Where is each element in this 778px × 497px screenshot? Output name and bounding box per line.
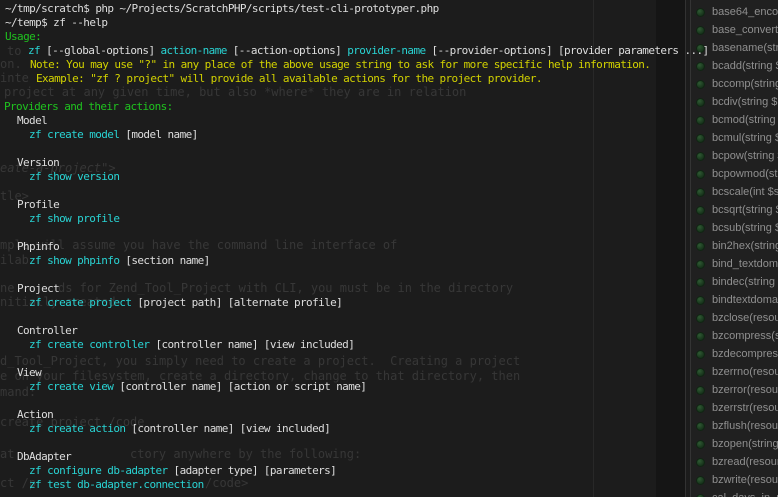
terminal-line: Phpinfo [17, 240, 59, 253]
terminal-line: zf configure db-adapter [adapter type] [… [29, 464, 336, 477]
terminal-text-segment: Model [17, 114, 47, 127]
terminal-line: Profile [17, 198, 59, 211]
terminal-text-segment: [controller name] [view included] [149, 338, 354, 351]
terminal-line: Controller [17, 324, 77, 337]
terminal-text-segment: DbAdapter [17, 450, 71, 463]
terminal-text-segment: zf create controller [29, 338, 149, 351]
terminal-line: Note: You may use "?" in any place of th… [30, 58, 650, 71]
terminal-text-segment: ~/tmp/scratch$ php ~/Projects/ScratchPHP… [5, 2, 439, 15]
terminal-text-segment: zf show version [29, 170, 119, 183]
terminal-line: ~/temp$ zf --help [5, 16, 107, 29]
terminal-text-segment: Action [17, 408, 53, 421]
terminal-text-segment: [project path] [alternate profile] [131, 296, 342, 309]
terminal-text-segment: Providers and their actions: [4, 100, 173, 113]
terminal-text-segment: action-name [161, 44, 227, 57]
terminal-text-segment: zf show phpinfo [29, 254, 119, 267]
terminal-line: zf [--global-options] action-name [--act… [28, 44, 709, 57]
terminal-text-segment: [--global-options] [40, 44, 160, 57]
terminal-text-segment: Note: You may use "?" in any place of th… [30, 58, 650, 71]
terminal-text-segment: View [17, 366, 41, 379]
terminal-text-segment: [controller name] [action or script name… [113, 380, 366, 393]
terminal-line: View [17, 366, 41, 379]
terminal-line: zf test db-adapter.connection [29, 478, 204, 491]
terminal-line: zf create view [controller name] [action… [29, 380, 366, 393]
terminal-line: Action [17, 408, 53, 421]
terminal-line: zf create controller [controller name] [… [29, 338, 354, 351]
terminal-line: Providers and their actions: [4, 100, 173, 113]
terminal-text-segment: zf create model [29, 128, 119, 141]
terminal-text-segment: [controller name] [view included] [125, 422, 330, 435]
terminal-line: zf create project [project path] [altern… [29, 296, 342, 309]
terminal-line: zf show profile [29, 212, 119, 225]
terminal-text-segment: Profile [17, 198, 59, 211]
ide-screen: toon.inteproject at any given time, but … [0, 0, 778, 497]
terminal-text-segment: [--provider-options] [provider parameter… [426, 44, 709, 57]
terminal-text-segment: [section name] [119, 254, 209, 267]
terminal-text-segment: ~/temp$ zf --help [5, 16, 107, 29]
terminal-text-segment: zf configure db-adapter [29, 464, 168, 477]
terminal-text-segment: [--action-options] [227, 44, 347, 57]
terminal-line: Model [17, 114, 47, 127]
terminal-line: Usage: [5, 30, 41, 43]
terminal-line: DbAdapter [17, 450, 71, 463]
terminal-line: ~/tmp/scratch$ php ~/Projects/ScratchPHP… [5, 2, 439, 15]
terminal-text-segment: zf test db-adapter.connection [29, 478, 204, 491]
terminal-line: zf create model [model name] [29, 128, 198, 141]
terminal-line: zf show phpinfo [section name] [29, 254, 210, 267]
terminal-text-segment: zf create project [29, 296, 131, 309]
terminal-text-segment: Controller [17, 324, 77, 337]
terminal-line: Example: "zf ? project" will provide all… [36, 72, 542, 85]
terminal-text-segment: [model name] [119, 128, 197, 141]
terminal-line: zf create action [controller name] [view… [29, 422, 330, 435]
terminal-text-segment: [adapter type] [parameters] [168, 464, 337, 477]
terminal-text-segment: zf create view [29, 380, 113, 393]
terminal-output: ~/tmp/scratch$ php ~/Projects/ScratchPHP… [0, 0, 778, 497]
terminal-text-segment: Version [17, 156, 59, 169]
terminal-line: Version [17, 156, 59, 169]
terminal-text-segment: zf create action [29, 422, 125, 435]
terminal-text-segment: zf [28, 44, 40, 57]
terminal-text-segment: Phpinfo [17, 240, 59, 253]
terminal-text-segment: Usage: [5, 30, 41, 43]
terminal-text-segment: zf show profile [29, 212, 119, 225]
terminal-text-segment: Project [17, 282, 59, 295]
terminal-text-segment: provider-name [347, 44, 425, 57]
terminal-line: Project [17, 282, 59, 295]
terminal-text-segment: Example: "zf ? project" will provide all… [36, 72, 542, 85]
terminal-line: zf show version [29, 170, 119, 183]
